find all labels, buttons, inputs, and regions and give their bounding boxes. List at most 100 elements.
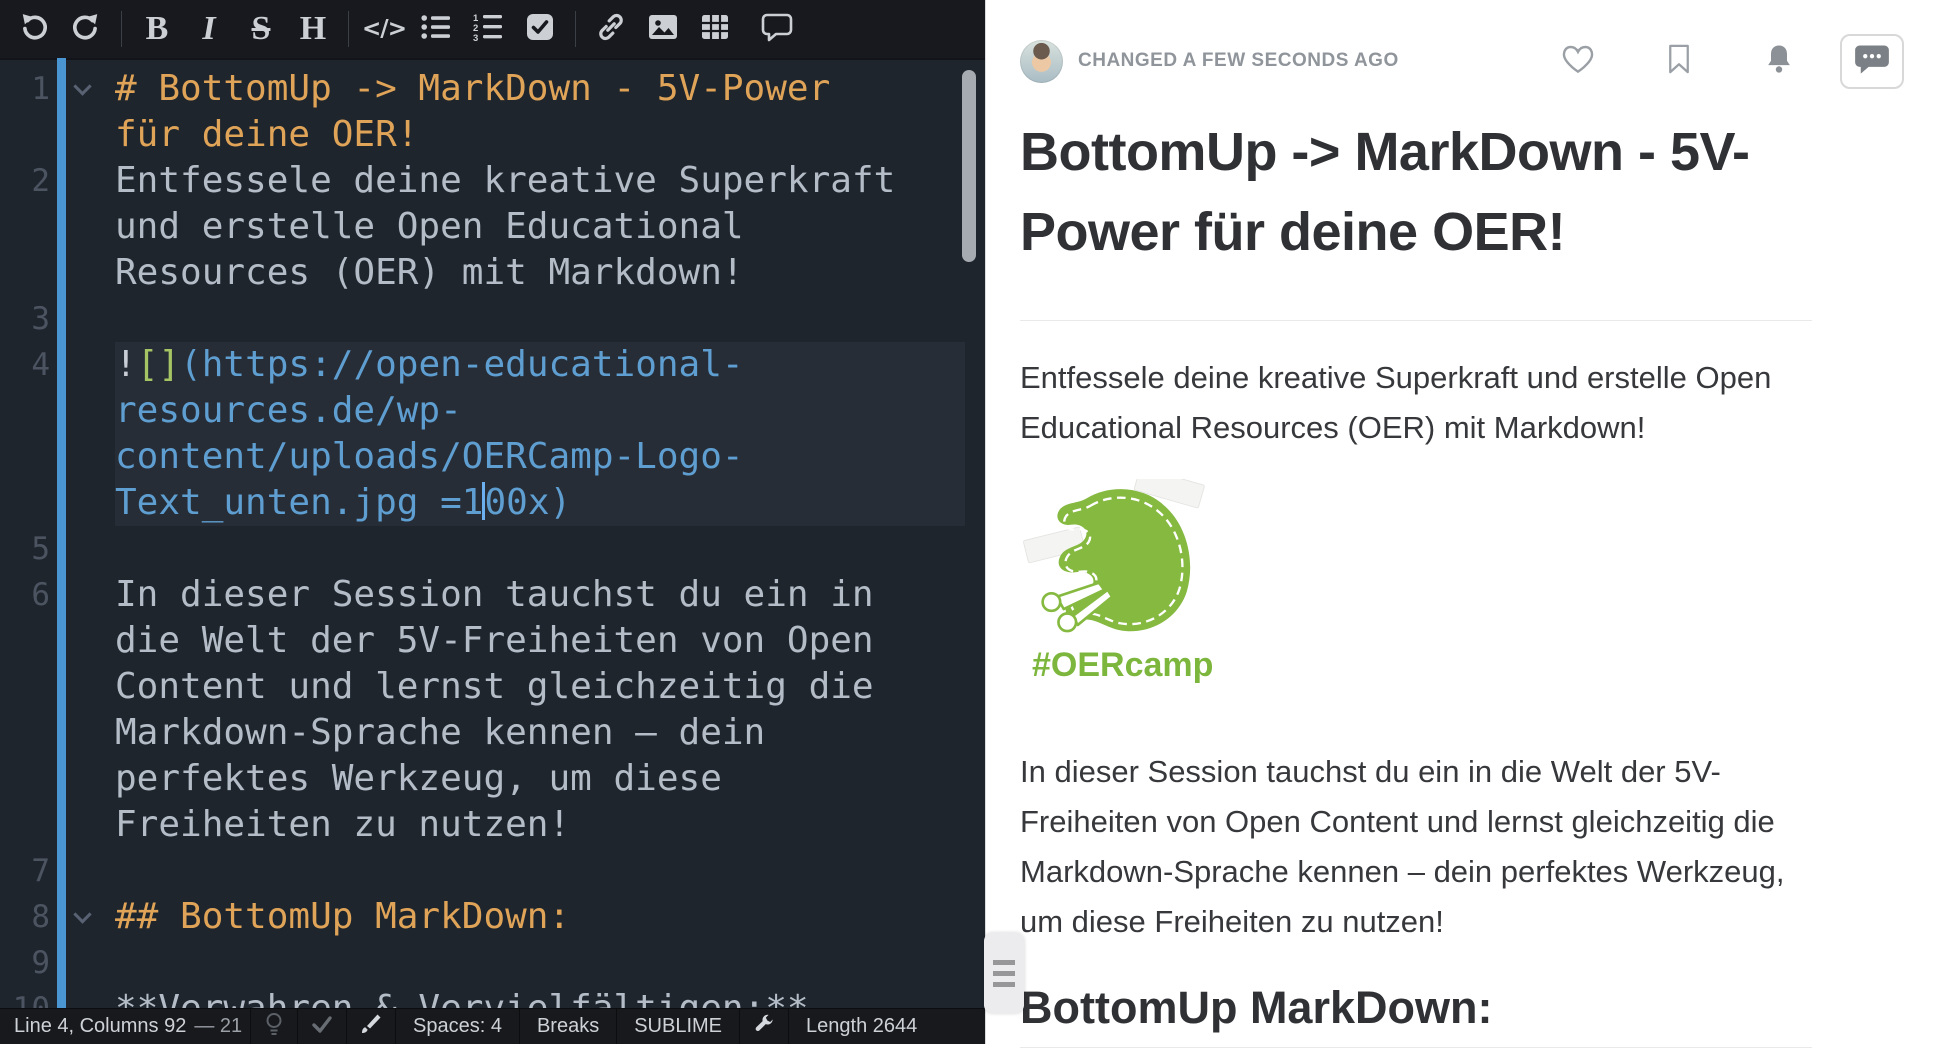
code-row bbox=[115, 296, 965, 342]
oercamp-flame-image bbox=[1020, 479, 1220, 639]
checkbox-icon bbox=[526, 13, 554, 46]
open-comments-button[interactable] bbox=[1840, 34, 1904, 89]
night-mode-toggle[interactable] bbox=[250, 1009, 297, 1044]
line-number: 4 bbox=[0, 342, 50, 388]
editor-line-6: 6 In dieser Session tauchst du ein in di… bbox=[0, 572, 985, 848]
bell-icon bbox=[1764, 43, 1794, 80]
code-row: ![](https://open-educational- bbox=[115, 342, 965, 388]
image-button[interactable] bbox=[637, 6, 689, 52]
strikethrough-button[interactable]: S bbox=[235, 6, 287, 52]
code-row: **Verwahren & Vervielfältigen:** bbox=[115, 986, 965, 1008]
numbered-list-icon: 1 2 3 bbox=[473, 13, 503, 46]
bold-button[interactable]: B bbox=[131, 6, 183, 52]
line-number: 8 bbox=[0, 894, 50, 940]
keymap-setting[interactable]: SUBLIME bbox=[616, 1009, 739, 1044]
line-number: 2 bbox=[0, 158, 50, 204]
bookmark-icon bbox=[1666, 44, 1692, 79]
line-number: 3 bbox=[0, 296, 50, 342]
grip-bar bbox=[993, 982, 1015, 987]
line-number: 1 bbox=[0, 66, 50, 112]
line-number: 7 bbox=[0, 848, 50, 894]
wrench-icon bbox=[753, 1013, 775, 1041]
editor-line-4-active: 4 ![](https://open-educational- resource… bbox=[0, 342, 985, 526]
oercamp-logo: #OERcamp bbox=[1020, 479, 1250, 685]
editor-line-9: 9 bbox=[0, 940, 985, 986]
table-button[interactable] bbox=[689, 6, 741, 52]
last-changed-label: CHANGED A FEW SECONDS AGO bbox=[1078, 50, 1399, 72]
bullet-list-button[interactable] bbox=[410, 6, 462, 52]
code-row: resources.de/wp- bbox=[115, 388, 965, 434]
oercamp-logo-caption: #OERcamp bbox=[1032, 646, 1250, 685]
editor-scrollbar[interactable] bbox=[962, 70, 976, 262]
pane-resize-handle[interactable] bbox=[984, 933, 1024, 1013]
redo-button[interactable] bbox=[60, 6, 112, 52]
code-button[interactable]: </> bbox=[358, 6, 410, 52]
code-row: In dieser Session tauchst du ein in bbox=[115, 572, 965, 618]
cursor-position: Line 4, Columns 92 — 21 bbox=[0, 1009, 250, 1044]
checklist-button[interactable] bbox=[514, 6, 566, 52]
redo-icon bbox=[71, 12, 101, 47]
doc-heading-2: BottomUp MarkDown: bbox=[1020, 981, 1812, 1048]
code-row: für deine OER! bbox=[115, 112, 965, 158]
comment-button[interactable] bbox=[751, 6, 803, 52]
doc-title: BottomUp -> MarkDown - 5V-Power für dein… bbox=[1020, 112, 1812, 321]
editor-toolbar: B I S H </> 1 2 3 bbox=[0, 0, 985, 58]
doc-length: Length 2644 bbox=[788, 1009, 985, 1044]
editor-line-10: 10 **Verwahren & Vervielfältigen:** bbox=[0, 986, 985, 1008]
doc-paragraph-1: Entfessele deine kreative Superkraft und… bbox=[1020, 353, 1812, 453]
code-row: ## BottomUp MarkDown: bbox=[115, 894, 965, 940]
comment-dots-icon bbox=[1854, 43, 1890, 80]
heart-icon bbox=[1562, 44, 1594, 79]
heading-button[interactable]: H bbox=[287, 6, 339, 52]
preview-pane: CHANGED A FEW SECONDS AGO bbox=[985, 0, 1938, 1044]
code-row bbox=[115, 848, 965, 894]
editor-line-3: 3 bbox=[0, 296, 985, 342]
lightbulb-icon bbox=[264, 1012, 284, 1042]
code-row: Freiheiten zu nutzen! bbox=[115, 802, 965, 848]
numbered-list-button[interactable]: 1 2 3 bbox=[462, 6, 514, 52]
indent-setting[interactable]: Spaces: 4 bbox=[395, 1009, 519, 1044]
theme-brush-toggle[interactable] bbox=[346, 1009, 395, 1044]
code-row: content/uploads/OERCamp-Logo- bbox=[115, 434, 965, 480]
code-row: Content und lernst gleichzeitig die bbox=[115, 664, 965, 710]
editor-line-5: 5 bbox=[0, 526, 985, 572]
notifications-button[interactable] bbox=[1764, 43, 1794, 80]
linebreak-setting[interactable]: Breaks bbox=[519, 1009, 616, 1044]
doc-paragraph-2: In dieser Session tauchst du ein in die … bbox=[1020, 747, 1812, 947]
grip-bar bbox=[993, 960, 1015, 965]
svg-text:3: 3 bbox=[473, 33, 478, 41]
markdown-editor[interactable]: 1 # BottomUp -> MarkDown - 5V-Power für … bbox=[0, 58, 985, 1008]
table-icon bbox=[701, 14, 729, 45]
like-button[interactable] bbox=[1562, 44, 1594, 79]
statusbar: Line 4, Columns 92 — 21 Spaces: 4 Breaks bbox=[0, 1008, 985, 1044]
line-number: 6 bbox=[0, 572, 50, 618]
image-icon bbox=[648, 14, 678, 45]
editor-line-2: 2 Entfessele deine kreative Superkraft u… bbox=[0, 158, 985, 296]
fold-chevron-icon[interactable] bbox=[73, 77, 91, 95]
toolbar-separator bbox=[575, 11, 576, 47]
link-button[interactable] bbox=[585, 6, 637, 52]
undo-icon bbox=[19, 12, 49, 47]
author-avatar[interactable] bbox=[1020, 40, 1063, 83]
code-row: Text_unten.jpg =100x) bbox=[115, 480, 965, 526]
code-row: Markdown-Sprache kennen – dein bbox=[115, 710, 965, 756]
code-row: perfektes Werkzeug, um diese bbox=[115, 756, 965, 802]
line-number: 9 bbox=[0, 940, 50, 986]
code-row bbox=[115, 940, 965, 986]
check-icon bbox=[311, 1014, 333, 1040]
comment-bubble-icon bbox=[761, 12, 793, 47]
undo-button[interactable] bbox=[8, 6, 60, 52]
editor-preferences[interactable] bbox=[739, 1009, 788, 1044]
code-row bbox=[115, 526, 965, 572]
toolbar-separator bbox=[121, 11, 122, 47]
code-row: Resources (OER) mit Markdown! bbox=[115, 250, 965, 296]
spellcheck-toggle[interactable] bbox=[297, 1009, 346, 1044]
grip-bar bbox=[993, 971, 1015, 976]
fold-chevron-icon[interactable] bbox=[73, 905, 91, 923]
paintbrush-icon bbox=[360, 1013, 382, 1041]
editor-line-1: 1 # BottomUp -> MarkDown - 5V-Power für … bbox=[0, 66, 985, 158]
italic-button[interactable]: I bbox=[183, 6, 235, 52]
rendered-document: BottomUp -> MarkDown - 5V-Power für dein… bbox=[1020, 112, 1812, 1048]
bookmark-button[interactable] bbox=[1666, 44, 1692, 79]
editor-pane: B I S H </> 1 2 3 bbox=[0, 0, 985, 1044]
